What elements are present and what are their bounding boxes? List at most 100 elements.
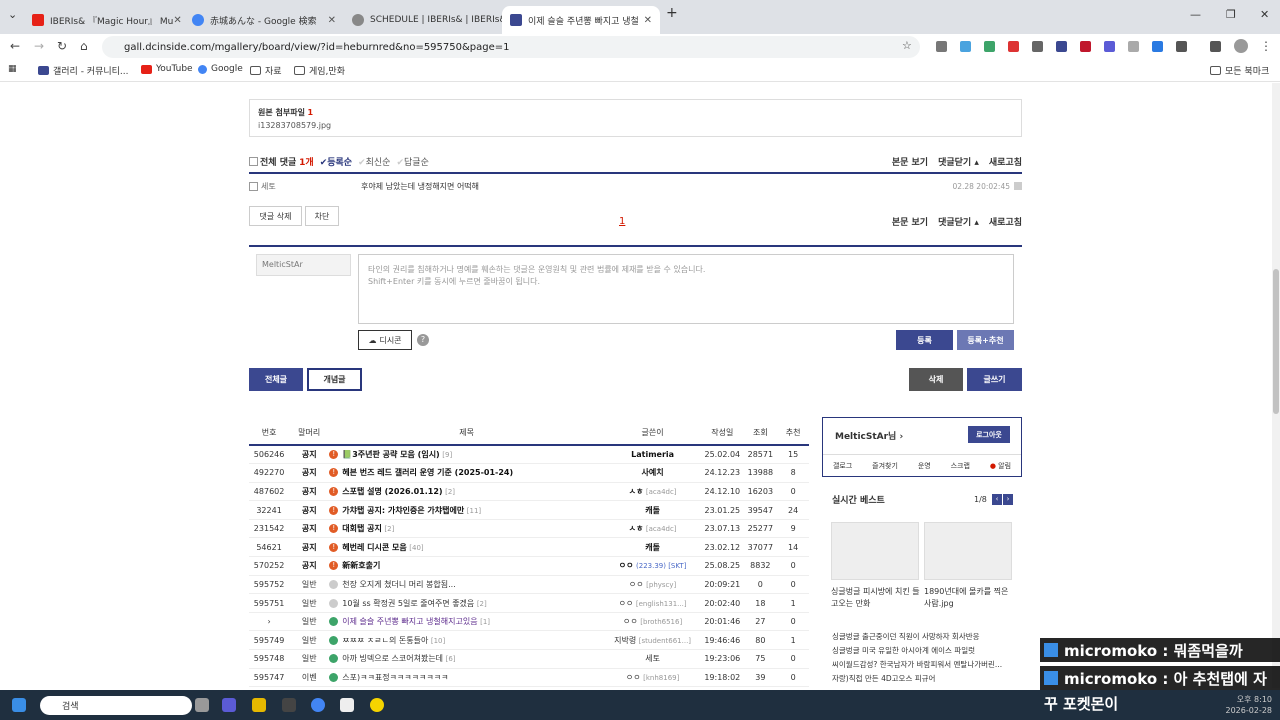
extension-icon[interactable] bbox=[1128, 41, 1139, 52]
all-posts-button[interactable]: 전체글 bbox=[249, 368, 303, 391]
attachment-file-link[interactable]: i13283708579.jpg bbox=[258, 121, 1013, 130]
row-writer[interactable]: ㅇㅇ (223.39) [SKT] bbox=[603, 556, 702, 576]
select-all-checkbox[interactable] bbox=[249, 156, 258, 166]
best-item[interactable]: 싱글벙글 출근중이던 직원이 사망하자 회사반응 bbox=[832, 631, 980, 642]
row-writer[interactable]: 세토 bbox=[603, 649, 702, 669]
reply-count[interactable]: [9] bbox=[442, 451, 452, 459]
row-title-text[interactable]: 스포)ㅋㅋ표정ㅋㅋㅋㅋㅋㅋㅋㅋ bbox=[342, 673, 448, 682]
close-icon[interactable]: ✕ bbox=[173, 15, 181, 26]
row-title-text[interactable]: 가챠탭 공지: 가챠인증은 가챠탭에만 bbox=[342, 506, 464, 515]
comment-author[interactable]: 세토 bbox=[261, 181, 361, 192]
task-view-icon[interactable] bbox=[195, 698, 209, 712]
row-title-text[interactable]: 新新호출기 bbox=[342, 561, 380, 570]
media-icon[interactable] bbox=[1210, 41, 1221, 52]
row-title[interactable]: 스포)ㅋㅋ표정ㅋㅋㅋㅋㅋㅋㅋㅋ bbox=[329, 668, 604, 688]
writer-name[interactable]: 지박령 bbox=[614, 636, 636, 645]
extension-icon[interactable] bbox=[960, 41, 971, 52]
url-input[interactable]: gall.dcinside.com/mgallery/board/view/?i… bbox=[102, 36, 920, 58]
avatar[interactable] bbox=[1234, 39, 1248, 53]
apps-grid-icon[interactable]: ▦ bbox=[8, 64, 17, 74]
scrollbar-thumb[interactable] bbox=[1273, 269, 1279, 414]
extension-icon[interactable] bbox=[984, 41, 995, 52]
best-item[interactable]: 씨이월드감성? 한국남자가 바람피워서 멘탈나가버린... bbox=[832, 659, 1002, 670]
row-title-text[interactable]: 📗3주년판 공략 모음 (임시) bbox=[342, 450, 439, 459]
back-icon[interactable]: ← bbox=[10, 39, 20, 53]
row-writer[interactable]: ㅅㅎ [aca4dc] bbox=[603, 482, 702, 502]
row-title[interactable]: 10월 ss 확정권 5일로 줄여주면 좋겠음 [2] bbox=[329, 593, 604, 613]
row-title[interactable]: ! 대회탭 공지 [2] bbox=[329, 519, 604, 539]
table-row[interactable]: 595748 일반 아까 빙덱으로 스코어쳐봤는데 [6] 세토 19:23:06 75… bbox=[249, 649, 809, 669]
row-title-text[interactable]: 헤븐 번즈 레드 갤러리 운영 기준 (2025-01-24) bbox=[342, 468, 513, 477]
row-title-text[interactable]: 헤번레 디시콘 모음 bbox=[342, 543, 406, 552]
writer-name[interactable]: ㅇㅇ bbox=[626, 673, 641, 682]
writer-name[interactable]: ㅇㅇ bbox=[623, 617, 638, 626]
reload-icon[interactable]: ↻ bbox=[57, 39, 67, 53]
bookmark-youtube[interactable]: YouTube bbox=[141, 64, 193, 74]
menu-manage[interactable]: 운영 bbox=[918, 461, 931, 471]
bookmark-folder-data[interactable]: 자료 bbox=[250, 64, 282, 77]
best-item[interactable]: 싱글벙글 미국 유일한 아시아계 에이스 파일럿 bbox=[832, 645, 975, 656]
row-title-text[interactable]: 스포탭 설명 (2026.01.12) bbox=[342, 487, 442, 496]
close-comments-link[interactable]: 댓글닫기 ▴ bbox=[938, 215, 979, 228]
table-row[interactable]: 487602 공지! 스포탭 설명 (2026.01.12) [2] ㅅㅎ [aca4… bbox=[249, 482, 809, 502]
row-title-text[interactable]: ㅉㅉㅉ ㅈㄹㄴ의 돈통들아 bbox=[342, 636, 428, 645]
table-row[interactable]: 32241 공지! 가챠탭 공지: 가챠인증은 가챠탭에만 [11] 캐돌 23.01… bbox=[249, 500, 809, 520]
tab-3[interactable]: SCHEDULE | IBERIs& | IBERIs&✕ bbox=[344, 6, 504, 34]
table-row[interactable]: 595747 이벤 스포)ㅋㅋ표정ㅋㅋㅋㅋㅋㅋㅋㅋ ㅇㅇ [knh8169] 19:1… bbox=[249, 668, 809, 688]
row-writer[interactable]: 캐돌 bbox=[603, 537, 702, 558]
table-row[interactable]: 231542 공지! 대회탭 공지 [2] ㅅㅎ [aca4dc] 23.07.13 25… bbox=[249, 519, 809, 539]
extension-icon[interactable] bbox=[936, 41, 947, 52]
username[interactable]: MelticStAr님 › bbox=[835, 429, 903, 442]
table-row[interactable]: 492270 공지! 헤븐 번즈 레드 갤러리 운영 기준 (2025-01-24)… bbox=[249, 463, 809, 483]
concept-posts-button[interactable]: 개념글 bbox=[307, 368, 362, 391]
writer-name[interactable]: Latimeria bbox=[631, 450, 674, 459]
writer-name[interactable]: ㅅㅎ bbox=[629, 487, 644, 496]
row-title-text[interactable]: 대회탭 공지 bbox=[342, 524, 382, 533]
bookmark-gallery[interactable]: 갤러리 - 커뮤니티... bbox=[38, 64, 129, 77]
sort-registered[interactable]: ✔등록순 bbox=[320, 155, 352, 168]
file-explorer-icon[interactable] bbox=[252, 698, 266, 712]
extension-icon[interactable] bbox=[1104, 41, 1115, 52]
app-icon[interactable] bbox=[370, 698, 384, 712]
submit-button[interactable]: 등록 bbox=[896, 330, 953, 350]
row-title[interactable]: 이제 슬슬 주년뽕 빠지고 냉철해지고있음 [1] bbox=[329, 612, 604, 632]
dccon-button[interactable]: ☁ 디시콘 bbox=[358, 330, 412, 350]
row-title[interactable]: ! 新新호출기 bbox=[329, 556, 604, 576]
write-button[interactable]: 글쓰기 bbox=[967, 368, 1022, 391]
view-post-link[interactable]: 본문 보기 bbox=[892, 215, 928, 228]
row-title[interactable]: 아까 빙덱으로 스코어쳐봤는데 [6] bbox=[329, 649, 604, 669]
menu-alert[interactable]: ● 알림 bbox=[990, 461, 1011, 471]
reply-count[interactable]: [40] bbox=[409, 544, 423, 552]
row-title-text[interactable]: 이제 슬슬 주년뽕 빠지고 냉철해지고있음 bbox=[342, 617, 477, 626]
view-post-link[interactable]: 본문 보기 bbox=[892, 155, 928, 168]
close-comments-link[interactable]: 댓글닫기 ▴ bbox=[938, 155, 979, 168]
writer-name[interactable]: ㅇㅇ bbox=[629, 580, 644, 589]
scrollbar[interactable] bbox=[1272, 83, 1280, 688]
logout-button[interactable]: 로그아웃 bbox=[968, 426, 1010, 443]
best-caption[interactable]: 1890년대에 몰카를 찍은 사람.jpg bbox=[924, 586, 1016, 610]
row-writer[interactable]: ㅇㅇ [english131...] bbox=[603, 593, 702, 613]
extension-icon[interactable] bbox=[1032, 41, 1043, 52]
table-row[interactable]: 54621 공지! 헤번레 디시콘 모음 [40] 캐돌 23.02.12 37077 1… bbox=[249, 537, 809, 558]
home-icon[interactable]: ⌂ bbox=[80, 39, 88, 53]
row-title[interactable]: ! 스포탭 설명 (2026.01.12) [2] bbox=[329, 482, 604, 502]
row-writer[interactable]: ㅇㅇ [broth6516] bbox=[603, 612, 702, 632]
row-title-text[interactable]: 아까 빙덱으로 스코어쳐봤는데 bbox=[342, 654, 443, 663]
refresh-link[interactable]: 새로고침 bbox=[989, 215, 1022, 228]
best-item[interactable]: 자랑)직접 만든 4D고오스 피규어 bbox=[832, 673, 935, 684]
submit-recommend-button[interactable]: 등록+추천 bbox=[957, 330, 1014, 350]
table-row[interactable]: 570252 공지! 新新호출기 ㅇㅇ (223.39) [SKT] 25.08.25… bbox=[249, 556, 809, 576]
menu-kebab-icon[interactable]: ⋮ bbox=[1260, 39, 1272, 53]
reply-count[interactable]: [2] bbox=[384, 525, 394, 533]
tab-4-active[interactable]: 이제 슬슬 주년뽕 빠지고 냉철 ✕ bbox=[502, 6, 660, 34]
maximize-button[interactable]: ❐ bbox=[1226, 8, 1236, 21]
table-row[interactable]: 506246 공지! 📗3주년판 공략 모음 (임시) [9] Latimeria 2… bbox=[249, 445, 809, 465]
menu-gallog[interactable]: 갤로그 bbox=[833, 461, 852, 471]
reply-count[interactable]: [10] bbox=[431, 637, 445, 645]
delete-icon[interactable] bbox=[1014, 182, 1022, 190]
row-writer[interactable]: Latimeria bbox=[603, 445, 702, 465]
next-arrow-icon[interactable]: › bbox=[1003, 494, 1013, 505]
writer-name[interactable]: 캐돌 bbox=[645, 543, 660, 552]
comment-checkbox[interactable] bbox=[249, 181, 258, 191]
close-icon[interactable]: ✕ bbox=[644, 15, 652, 26]
